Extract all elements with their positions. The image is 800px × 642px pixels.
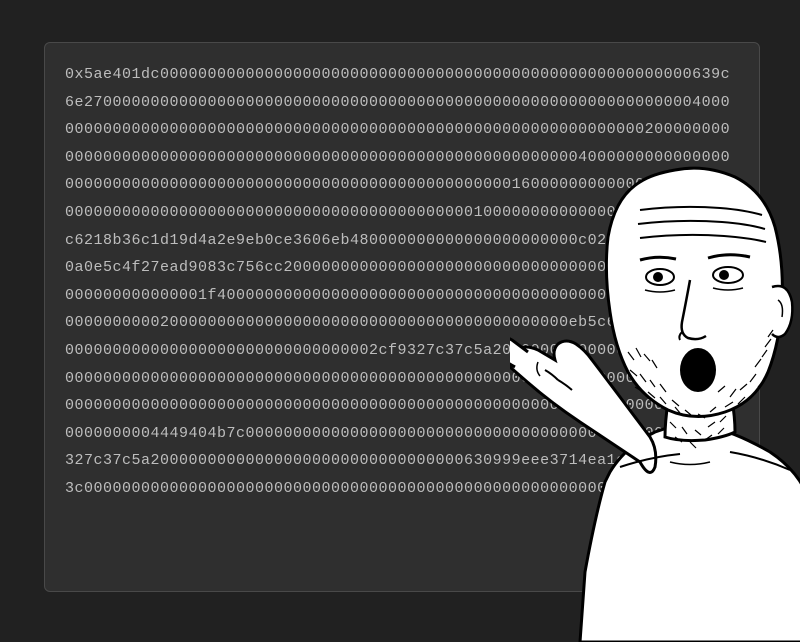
hex-dump-panel: 0x5ae401dc000000000000000000000000000000… bbox=[44, 42, 760, 592]
hex-content: 0x5ae401dc000000000000000000000000000000… bbox=[65, 61, 739, 503]
